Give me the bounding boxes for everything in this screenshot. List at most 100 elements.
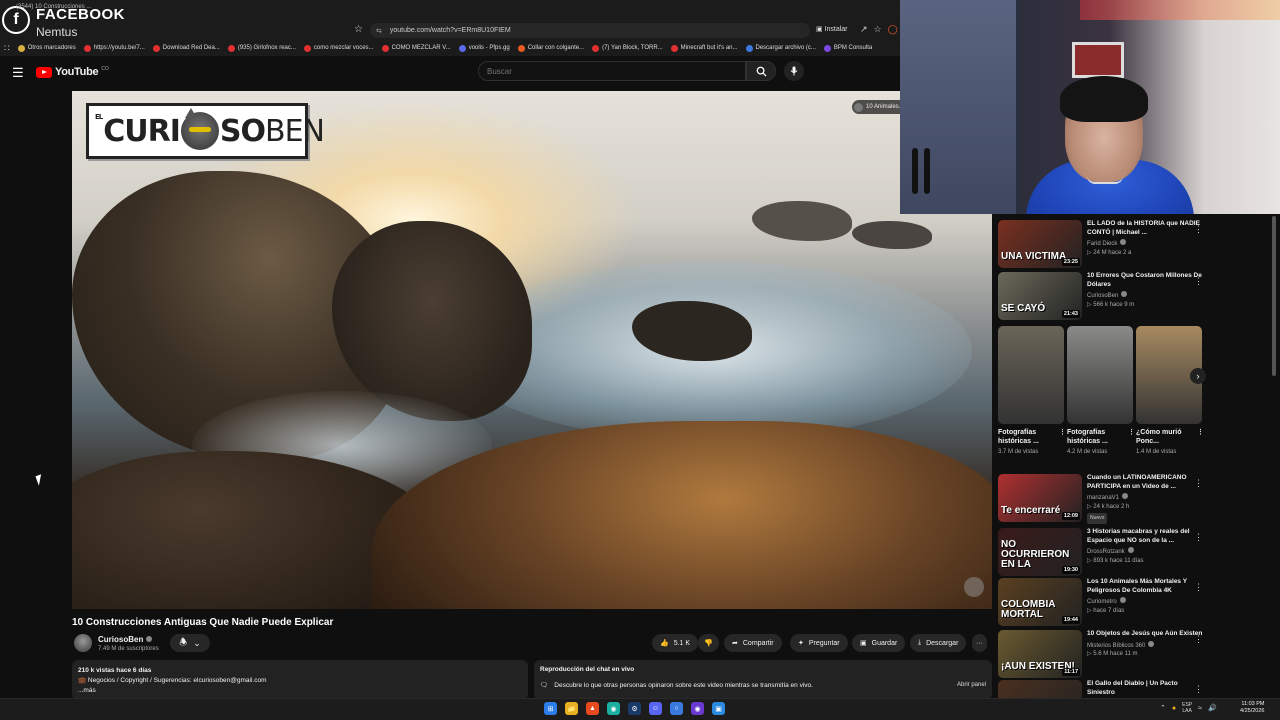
store-icon[interactable]: ▣ <box>712 702 725 715</box>
video-thumbnail[interactable]: COLOMBIA MORTAL 19:44 <box>998 578 1082 626</box>
app-icon[interactable]: ◉ <box>607 702 620 715</box>
recommended-title[interactable]: 10 Errores Que Costaron Millones De Dóla… <box>1087 272 1205 289</box>
chevron-up-icon[interactable]: ⌃ <box>1160 704 1166 712</box>
video-thumbnail[interactable]: Te encerraré 12:09 <box>998 474 1082 522</box>
recommended-channel[interactable]: DrossRotzank <box>1087 547 1205 557</box>
ask-button[interactable]: ✦ Preguntar <box>790 634 848 652</box>
more-options-icon[interactable]: ⋮ <box>1194 224 1203 235</box>
more-actions-button[interactable]: ··· <box>972 634 987 652</box>
recommended-channel[interactable]: Curiometro <box>1087 597 1205 607</box>
short-thumbnail[interactable] <box>1067 326 1133 424</box>
recommended-channel[interactable]: Farid Dieck <box>1087 239 1205 249</box>
short-title[interactable]: ¿Cómo murió Ponc... ⋮ <box>1136 428 1204 446</box>
recommended-title[interactable]: 10 Objetos de Jesús que Aún Existen <box>1087 630 1205 639</box>
recommended-video[interactable]: COLOMBIA MORTAL 19:44 Los 10 Animales Más … <box>998 578 1208 628</box>
recommended-video[interactable]: Te encerraré 12:09 Cuando un LATINOAMERICA… <box>998 474 1208 524</box>
browser-icon[interactable]: ○ <box>670 702 683 715</box>
voice-search-button[interactable] <box>784 61 804 81</box>
bookmark-item[interactable]: COMO MEZCLAR V... <box>381 44 451 52</box>
wifi-icon[interactable]: ≈ <box>1198 705 1202 712</box>
recommended-video[interactable]: SE CAYÓ 21:43 10 Errores Que Costaron Mill… <box>998 272 1208 322</box>
recommended-title[interactable]: EL LADO de la HISTORIA que NADIE CONTÓ |… <box>1087 220 1205 237</box>
bookmark-item[interactable]: https://youtu.be/7... <box>83 44 145 52</box>
open-panel-button[interactable]: Abrir panel <box>957 682 986 688</box>
channel-name[interactable]: CuriosoBen <box>98 635 153 644</box>
bookmark-item[interactable]: (935) Girlofnox reac... <box>227 44 296 52</box>
recommended-channel[interactable]: manzanaV1 <box>1087 493 1205 503</box>
short-item[interactable]: Fotografías históricas ... ⋮ 3.7 M de vist… <box>998 326 1066 466</box>
install-button[interactable]: ▣ Instalar <box>816 25 848 33</box>
steam-icon[interactable]: ⚙ <box>628 702 641 715</box>
video-thumbnail[interactable]: NO OCURRIERON EN LA 19:30 <box>998 528 1082 576</box>
recommended-title[interactable]: Los 10 Animales Más Mortales Y Peligroso… <box>1087 578 1205 595</box>
bookmark-star-icon[interactable]: ☆ <box>354 24 363 35</box>
bookmark-item[interactable]: Download Red Dea... <box>152 44 220 52</box>
recommended-title[interactable]: 3 Historias macabras y reales del Espaci… <box>1087 528 1205 545</box>
search-input[interactable] <box>478 61 746 81</box>
more-options-icon[interactable]: ⋮ <box>1194 276 1203 287</box>
more-options-icon[interactable]: ⋮ <box>1194 478 1203 489</box>
bookmark-icon[interactable]: ☆ <box>874 24 882 35</box>
menu-icon[interactable]: ☰ <box>12 65 24 81</box>
more-options-icon[interactable]: ⋮ <box>1128 428 1135 437</box>
chevron-right-icon[interactable]: › <box>1190 368 1206 384</box>
more-options-icon[interactable]: ⋮ <box>1194 634 1203 645</box>
search-button[interactable] <box>746 61 776 81</box>
short-item[interactable]: Fotografías históricas ... ⋮ 4.2 M de vist… <box>1067 326 1135 466</box>
channel-branding-icon[interactable] <box>964 577 984 597</box>
apps-grid-icon[interactable]: ∷ <box>4 43 10 54</box>
video-thumbnail[interactable]: ¡AUN EXISTEN! 11:17 <box>998 630 1082 678</box>
more-options-icon[interactable]: ⋮ <box>1194 532 1203 543</box>
recommended-channel[interactable]: CuriosoBen <box>1087 291 1205 301</box>
youtube-logo[interactable]: YouTube CO <box>36 66 109 78</box>
recommended-video[interactable]: ¡AUN EXISTEN! 11:17 10 Objetos de Jesús qu… <box>998 630 1208 680</box>
short-title[interactable]: Fotografías históricas ... ⋮ <box>998 428 1066 446</box>
bookmark-item[interactable]: (7) Yan Block, TORR... <box>592 44 663 52</box>
notifications-button[interactable]: 🕭 ⌄ <box>170 634 210 652</box>
bookmark-item[interactable]: Descargar archivo (c... <box>745 44 816 52</box>
bookmark-item[interactable]: Collar con colgante... <box>517 44 584 52</box>
channel-avatar[interactable] <box>74 634 92 652</box>
like-button[interactable]: 👍 5.1 K <box>652 634 699 652</box>
bookmark-item[interactable]: como mezclar voces... <box>303 44 374 52</box>
more-options-icon[interactable]: ⋮ <box>1194 684 1203 695</box>
url-bar[interactable]: ⇆ youtube.com/watch?v=ERm8U10FIEM <box>370 23 810 38</box>
brave-shield-icon[interactable]: ◯ <box>888 24 898 35</box>
recommended-title[interactable]: El Gallo del Diablo | Un Pacto Siniestro <box>1087 680 1205 697</box>
app-tray-icon[interactable]: ● <box>1172 705 1176 712</box>
share-button[interactable]: ➦ Compartir <box>724 634 782 652</box>
recommended-video[interactable]: UNA VICTIMA 23:25 EL LADO de la HISTORIA q… <box>998 220 1208 270</box>
short-item[interactable]: ¿Cómo murió Ponc... ⋮ 1.4 M de vistas <box>1136 326 1204 466</box>
more-options-icon[interactable]: ⋮ <box>1059 428 1066 437</box>
short-title[interactable]: Fotografías históricas ... ⋮ <box>1067 428 1135 446</box>
brave-browser-icon[interactable]: ▲ <box>586 702 599 715</box>
sidebar-scrollbar[interactable] <box>1272 216 1276 376</box>
bookmark-item[interactable]: voolis - Pfps.gg <box>458 44 510 52</box>
short-thumbnail[interactable] <box>998 326 1064 424</box>
description-more[interactable]: ...más <box>78 686 522 696</box>
language-indicator[interactable]: ESP LAA <box>1182 702 1192 714</box>
more-options-icon[interactable]: ⋮ <box>1197 428 1204 437</box>
file-explorer-icon[interactable]: 📁 <box>565 702 578 715</box>
windows-start-icon[interactable]: ⊞ <box>544 702 557 715</box>
recommended-title[interactable]: Cuando un LATINOAMERICANO PARTICIPA en u… <box>1087 474 1205 491</box>
bookmark-item[interactable]: Otros marcadores <box>17 44 76 52</box>
description-box[interactable]: 210 k vistas hace 6 días 💼 Negocios / Co… <box>72 660 528 700</box>
share-page-icon[interactable]: ↗ <box>860 24 868 35</box>
discord-icon[interactable]: ☺ <box>649 702 662 715</box>
bookmark-item[interactable]: Minecraft but it's an... <box>670 44 738 52</box>
save-button[interactable]: ▣ Guardar <box>852 634 906 652</box>
video-thumbnail[interactable]: UNA VICTIMA 23:25 <box>998 220 1082 268</box>
recommended-channel[interactable]: Misterios Bíblicos 360 <box>1087 640 1205 651</box>
bookmark-item[interactable]: BPM Consulta <box>823 44 872 52</box>
site-info-icon[interactable]: ⇆ <box>376 27 382 35</box>
dislike-button[interactable]: 👎 <box>698 634 719 652</box>
video-thumbnail[interactable]: SE CAYÓ 21:43 <box>998 272 1082 320</box>
download-button[interactable]: ⤓ Descargar <box>910 634 967 652</box>
video-player[interactable]: EL CURI SO BEN 10 Animales... <box>72 91 992 609</box>
volume-icon[interactable]: 🔊 <box>1208 704 1217 712</box>
recommended-video[interactable]: NO OCURRIERON EN LA 19:30 3 Historias maca… <box>998 528 1208 578</box>
more-options-icon[interactable]: ⋮ <box>1194 582 1203 593</box>
system-clock[interactable]: 11:03 PM 4/25/2026 <box>1240 701 1264 715</box>
obs-icon[interactable]: ◉ <box>691 702 704 715</box>
